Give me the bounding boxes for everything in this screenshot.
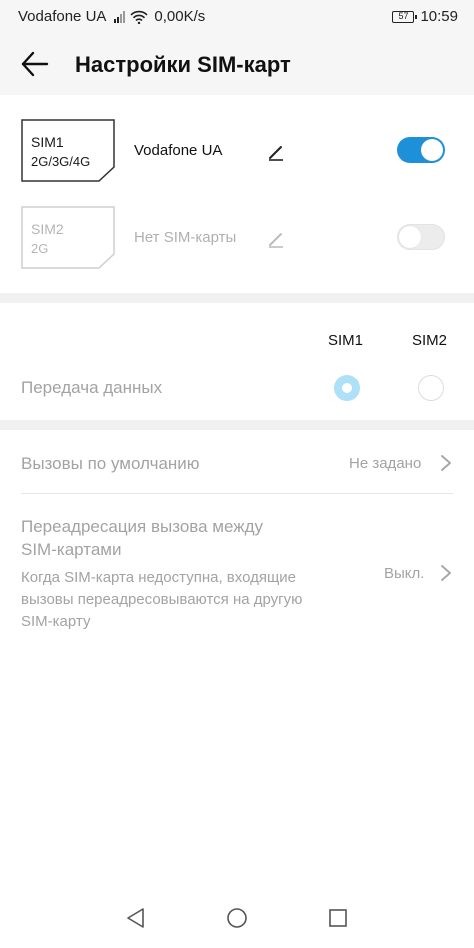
sim1-toggle[interactable] bbox=[397, 137, 445, 163]
status-bar: Vodafone UA 0,00K/s 57 10:59 bbox=[0, 0, 474, 34]
chevron-right-icon[interactable] bbox=[440, 564, 452, 582]
sim2-slot-label: SIM2 bbox=[31, 221, 64, 237]
default-calls-value[interactable]: Не задано bbox=[349, 455, 421, 472]
square-recent-icon[interactable] bbox=[327, 907, 349, 929]
call-forwarding-desc-line1: Когда SIM-карта недоступна, входящие bbox=[21, 569, 297, 586]
sim2-network-label: 2G bbox=[31, 241, 49, 256]
call-forwarding-value[interactable]: Выкл. bbox=[384, 565, 424, 582]
data-sim1-radio[interactable] bbox=[334, 375, 360, 401]
sim-cards-section: SIM1 2G/3G/4G Vodafone UA SIM2 2G Нет SI… bbox=[0, 95, 474, 293]
app-header: Настройки SIM-карт bbox=[0, 34, 474, 94]
sim1-edit-icon[interactable] bbox=[266, 142, 286, 162]
clock: 10:59 bbox=[420, 8, 458, 25]
sim2-card-icon: SIM2 2G bbox=[21, 206, 115, 269]
sim2-edit-icon bbox=[269, 233, 283, 248]
carrier-name: Vodafone UA bbox=[18, 8, 107, 25]
data-sim2-radio[interactable] bbox=[418, 375, 444, 401]
data-transfer-section: SIM1 SIM2 Передача данных bbox=[0, 303, 474, 420]
sim1-card-icon: SIM1 2G/3G/4G bbox=[21, 119, 115, 182]
section-divider bbox=[0, 293, 474, 303]
battery-icon: 57 bbox=[392, 10, 418, 23]
sim2-toggle bbox=[397, 224, 445, 250]
column-sim2: SIM2 bbox=[412, 332, 448, 349]
call-forwarding-title-line1[interactable]: Переадресация вызова между bbox=[21, 517, 263, 537]
wifi-icon bbox=[130, 10, 148, 24]
default-calls-label[interactable]: Вызовы по умолчанию bbox=[21, 454, 200, 474]
network-speed: 0,00K/s bbox=[154, 8, 206, 25]
row-separator bbox=[21, 493, 453, 494]
sim1-slot-label: SIM1 bbox=[31, 134, 64, 150]
sim1-network-label: 2G/3G/4G bbox=[31, 154, 91, 169]
call-forwarding-title-line2[interactable]: SIM-картами bbox=[21, 540, 121, 560]
circle-home-icon[interactable] bbox=[226, 907, 248, 929]
call-settings-section: Вызовы по умолчанию Не задано Переадреса… bbox=[0, 430, 474, 885]
page-title: Настройки SIM-карт bbox=[75, 52, 291, 77]
call-forwarding-desc-line2: вызовы переадресовываются на другую bbox=[21, 591, 303, 608]
battery-level: 57 bbox=[398, 11, 409, 21]
chevron-right-icon[interactable] bbox=[440, 454, 452, 472]
signal-icon bbox=[114, 10, 126, 23]
arrow-left-icon[interactable] bbox=[18, 49, 52, 79]
section-divider bbox=[0, 420, 474, 430]
sim-settings-screen: Vodafone UA 0,00K/s 57 10:59 Настройки S bbox=[0, 0, 474, 948]
sim2-status-label: Нет SIM-карты bbox=[134, 229, 237, 246]
sim1-carrier-label: Vodafone UA bbox=[134, 142, 223, 159]
column-sim1: SIM1 bbox=[328, 332, 364, 349]
triangle-back-icon[interactable] bbox=[125, 907, 147, 929]
data-transfer-label: Передача данных bbox=[21, 378, 163, 397]
call-forwarding-desc-line3: SIM-карту bbox=[21, 613, 91, 630]
navigation-bar bbox=[0, 885, 474, 948]
